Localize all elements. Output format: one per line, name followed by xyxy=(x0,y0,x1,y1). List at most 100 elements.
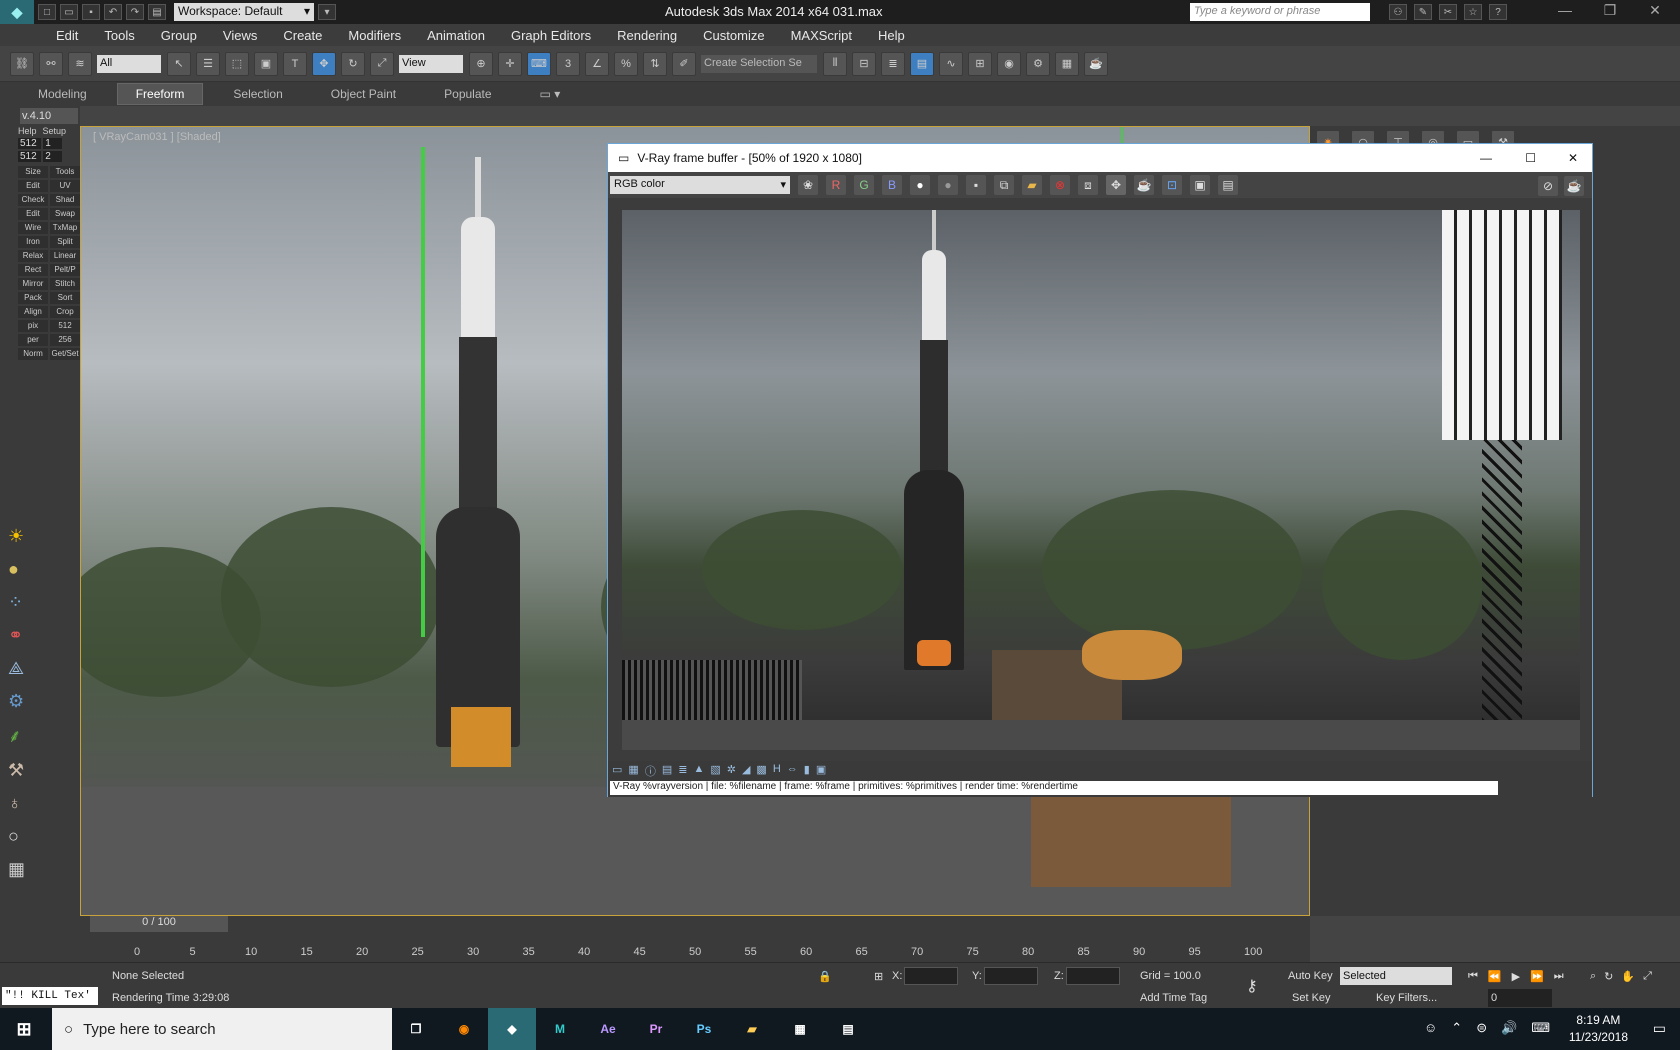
people-icon[interactable]: ☺ xyxy=(1424,1020,1437,1036)
x-coord-field[interactable] xyxy=(904,967,958,985)
window-crossing-icon[interactable]: ▣ xyxy=(254,51,278,76)
link-icon[interactable]: ⛓ xyxy=(10,51,34,76)
binoculars-icon[interactable]: ⚇ xyxy=(1389,4,1407,20)
render-setup-icon[interactable]: ⚙ xyxy=(1026,51,1050,76)
minimize-button[interactable]: — xyxy=(1545,2,1585,22)
pivot-icon[interactable]: ⊕ xyxy=(469,51,493,76)
maya-icon[interactable]: M xyxy=(536,1008,584,1050)
sun-light-icon[interactable]: ☀ xyxy=(8,526,25,547)
select-object-icon[interactable]: ↖ xyxy=(167,51,191,76)
textools-button[interactable]: UV xyxy=(50,180,80,192)
textools-button[interactable]: Check xyxy=(18,194,48,206)
textools-button[interactable]: Norm xyxy=(18,348,48,360)
layer-manager-icon[interactable]: ≣ xyxy=(881,51,905,76)
sphere-icon[interactable]: ● xyxy=(8,559,25,580)
history-icon[interactable]: ▤ xyxy=(1218,175,1238,195)
textools-button[interactable]: Swap xyxy=(50,208,80,220)
previous-frame-icon[interactable]: ⏪ xyxy=(1488,970,1502,983)
textools-button[interactable]: Rect xyxy=(18,264,48,276)
selection-filter-dropdown[interactable]: All xyxy=(97,54,161,73)
textools-button[interactable]: pix xyxy=(18,320,48,332)
orbit-icon[interactable]: ↻ xyxy=(1604,970,1613,983)
help-icon[interactable]: ? xyxy=(1489,4,1507,20)
spin-a-field[interactable]: 1 xyxy=(43,138,62,149)
align-icon[interactable]: ⊟ xyxy=(852,51,876,76)
material-editor-icon[interactable]: ◉ xyxy=(997,51,1021,76)
key-mode-dropdown[interactable]: Selected xyxy=(1340,967,1452,985)
render-image[interactable] xyxy=(622,210,1580,750)
scene-explorer-icon[interactable]: ▤ xyxy=(910,51,934,76)
gear-icon[interactable]: ⚙ xyxy=(8,691,25,712)
tab-object-paint[interactable]: Object Paint xyxy=(313,84,414,104)
undo-icon[interactable]: ↶ xyxy=(104,4,122,20)
rotate-icon[interactable]: ↻ xyxy=(341,51,365,76)
3dsmax-taskbar-icon[interactable]: ◆ xyxy=(488,1008,536,1050)
firefox-icon[interactable]: ◉ xyxy=(440,1008,488,1050)
new-file-icon[interactable]: □ xyxy=(38,4,56,20)
taskbar-search[interactable]: ○ Type here to search xyxy=(52,1008,392,1050)
select-by-name-icon[interactable]: ☰ xyxy=(196,51,220,76)
maximize-button[interactable]: ❐ xyxy=(1590,2,1630,22)
time-slider[interactable]: 0 / 100 xyxy=(90,916,228,932)
stop-render-icon[interactable]: ⊘ xyxy=(1538,176,1558,196)
textools-button[interactable]: Pack xyxy=(18,292,48,304)
reference-coord-dropdown[interactable]: View xyxy=(399,54,463,73)
vray-frame-buffer-window[interactable]: ▭ V-Ray frame buffer - [50% of 1920 x 10… xyxy=(607,143,1593,797)
communication-icon[interactable]: ✂ xyxy=(1439,4,1457,20)
key-filters-button[interactable]: Key Filters... xyxy=(1376,989,1437,1007)
go-to-end-icon[interactable]: ⏭ xyxy=(1554,970,1564,983)
ab-compare-icon[interactable]: ▣ xyxy=(1190,175,1210,195)
vfb-tool-icon[interactable]: ▦ xyxy=(628,763,638,779)
maxscript-listener[interactable]: "!! KILL Tex' xyxy=(2,987,98,1005)
grid-icon[interactable]: ▦ xyxy=(8,859,25,880)
menu-rendering[interactable]: Rendering xyxy=(617,28,677,43)
textools-button[interactable]: Edit xyxy=(18,208,48,220)
z-coord-field[interactable] xyxy=(1066,967,1120,985)
textools-button[interactable]: Tools xyxy=(50,166,80,178)
vfb-curve-icon[interactable]: ▧ xyxy=(710,763,720,779)
network-icon[interactable]: ⊜ xyxy=(1476,1020,1487,1036)
menu-animation[interactable]: Animation xyxy=(427,28,485,43)
angle-snap-icon[interactable]: ∠ xyxy=(585,51,609,76)
vfb-tool-icon[interactable]: ▭ xyxy=(612,763,622,779)
tab-selection[interactable]: Selection xyxy=(215,84,300,104)
schematic-view-icon[interactable]: ⊞ xyxy=(968,51,992,76)
close-button[interactable]: ✕ xyxy=(1635,2,1675,22)
zoom-icon[interactable]: ⌕ xyxy=(1590,970,1596,983)
vfb-close-button[interactable]: ✕ xyxy=(1568,151,1578,165)
textools-button[interactable]: Pelt/P xyxy=(50,264,80,276)
vfb-h-icon[interactable]: H xyxy=(773,763,781,779)
key-icon[interactable]: ⚷ xyxy=(1246,977,1258,995)
tex-tools-icon[interactable]: T xyxy=(283,51,307,76)
timeline[interactable]: 0 / 100 0 5 10 15 20 25 30 35 40 45 50 55 60 65 70 75 80… xyxy=(80,916,1310,962)
selection-set-dropdown[interactable]: Create Selection Se xyxy=(701,54,817,73)
menu-tools[interactable]: Tools xyxy=(104,28,134,43)
app-logo-icon[interactable]: ◆ xyxy=(0,0,34,24)
color-picker-icon[interactable]: ❀ xyxy=(798,175,818,195)
vfb-minimize-button[interactable]: — xyxy=(1480,151,1492,165)
clear-image-icon[interactable]: ⊗ xyxy=(1050,175,1070,195)
textools-button[interactable]: per xyxy=(18,334,48,346)
rendered-frame-window-icon[interactable]: ▦ xyxy=(1055,51,1079,76)
size-a-field[interactable]: 512 xyxy=(18,138,42,149)
textools-button[interactable]: TxMap xyxy=(50,222,80,234)
pan-icon[interactable]: ✋ xyxy=(1621,970,1635,983)
menu-help[interactable]: Help xyxy=(878,28,905,43)
menu-create[interactable]: Create xyxy=(283,28,322,43)
textools-button[interactable]: Get/Set xyxy=(50,348,80,360)
calculator-icon[interactable]: ▤ xyxy=(824,1008,872,1050)
textools-button[interactable]: Stitch xyxy=(50,278,80,290)
maximize-viewport-icon[interactable]: ⤢ xyxy=(1643,970,1652,983)
red-channel-button[interactable]: R xyxy=(826,175,846,195)
vfb-stamp-icon[interactable]: ▩ xyxy=(756,763,766,779)
vfb-levels-icon[interactable]: ▤ xyxy=(662,763,672,779)
spinner-snap-icon[interactable]: ⇅ xyxy=(643,51,667,76)
scale-icon[interactable]: ⤢ xyxy=(370,51,394,76)
vfb-taskbar-icon[interactable]: ▦ xyxy=(776,1008,824,1050)
ox-icon[interactable]: ♁ xyxy=(8,793,25,814)
render-teapot-icon[interactable]: ☕ xyxy=(1134,175,1154,195)
alpha-white-icon[interactable]: ● xyxy=(910,175,930,195)
transform-mode-icon[interactable]: ⊞ xyxy=(874,967,883,985)
render-icon[interactable]: ☕ xyxy=(1564,176,1584,196)
size-b-field[interactable]: 512 xyxy=(18,151,42,162)
